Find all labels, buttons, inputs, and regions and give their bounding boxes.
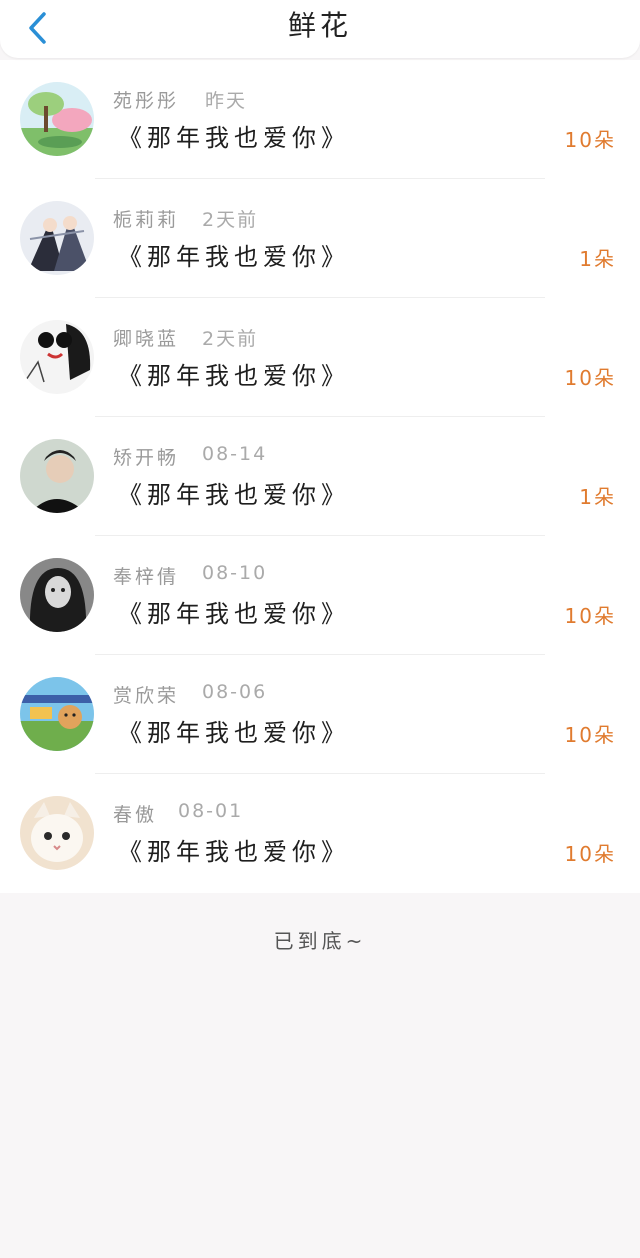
book-title[interactable]: 《那年我也爱你》 — [118, 832, 350, 867]
bw-girl-portrait-avatar[interactable] — [20, 558, 94, 632]
sender-name: 赏欣荣 — [113, 685, 180, 707]
portrait-boy-avatar[interactable] — [20, 439, 94, 513]
book-title[interactable]: 《那年我也爱你》 — [118, 237, 350, 272]
list-item[interactable]: 奉梓倩 08-10 《那年我也爱你》 10朵 — [0, 536, 640, 655]
list-item[interactable]: 矫开畅 08-14 《那年我也爱你》 1朵 — [0, 417, 640, 536]
sketch-girl-sunglasses-avatar[interactable] — [20, 320, 94, 394]
flower-count: 10朵 — [564, 604, 616, 628]
sender-name: 栀莉莉 — [113, 209, 180, 231]
flower-count: 10朵 — [564, 723, 616, 747]
gift-time: 2天前 — [202, 209, 259, 231]
list-item[interactable]: 卿晓蓝 2天前 《那年我也爱你》 10朵 — [0, 298, 640, 417]
anime-couple-avatar[interactable] — [20, 201, 94, 275]
end-of-list-text: 已到底~ — [273, 929, 367, 953]
book-title[interactable]: 《那年我也爱你》 — [118, 475, 350, 510]
list-item[interactable]: 栀莉莉 2天前 《那年我也爱你》 1朵 — [0, 179, 640, 298]
gift-list: 苑彤彤 昨天 《那年我也爱你》 10朵 栀莉莉 2天前 《那年我也爱你》 1朵 — [0, 60, 640, 893]
page-title: 鲜花 — [287, 9, 352, 42]
book-title[interactable]: 《那年我也爱你》 — [118, 594, 350, 629]
flower-count: 1朵 — [579, 247, 616, 271]
gift-time: 08-06 — [202, 681, 268, 703]
sender-name: 矫开畅 — [113, 447, 180, 469]
landscape-tree-avatar[interactable] — [20, 82, 94, 156]
sender-name: 苑彤彤 — [113, 90, 180, 112]
list-item[interactable]: 赏欣荣 08-06 《那年我也爱你》 10朵 — [0, 655, 640, 774]
flower-count: 1朵 — [579, 485, 616, 509]
book-title[interactable]: 《那年我也爱你》 — [118, 118, 350, 153]
sender-name: 春傲 — [113, 804, 158, 826]
gift-time: 昨天 — [205, 90, 248, 112]
white-cat-avatar[interactable] — [20, 796, 94, 870]
gift-time: 08-10 — [202, 562, 268, 584]
book-title[interactable]: 《那年我也爱你》 — [118, 356, 350, 391]
flower-count: 10朵 — [564, 128, 616, 152]
sender-name: 奉梓倩 — [113, 566, 180, 588]
top-bar: 鲜花 — [0, 0, 640, 58]
list-item[interactable]: 苑彤彤 昨天 《那年我也爱你》 10朵 — [0, 60, 640, 179]
cartoon-cat-avatar[interactable] — [20, 677, 94, 751]
book-title[interactable]: 《那年我也爱你》 — [118, 713, 350, 748]
flower-count: 10朵 — [564, 842, 616, 866]
gift-time: 2天前 — [202, 328, 259, 350]
gift-time: 08-14 — [202, 443, 268, 465]
list-item[interactable]: 春傲 08-01 《那年我也爱你》 10朵 — [0, 774, 640, 893]
gift-time: 08-01 — [178, 800, 244, 822]
flower-count: 10朵 — [564, 366, 616, 390]
sender-name: 卿晓蓝 — [113, 328, 180, 350]
